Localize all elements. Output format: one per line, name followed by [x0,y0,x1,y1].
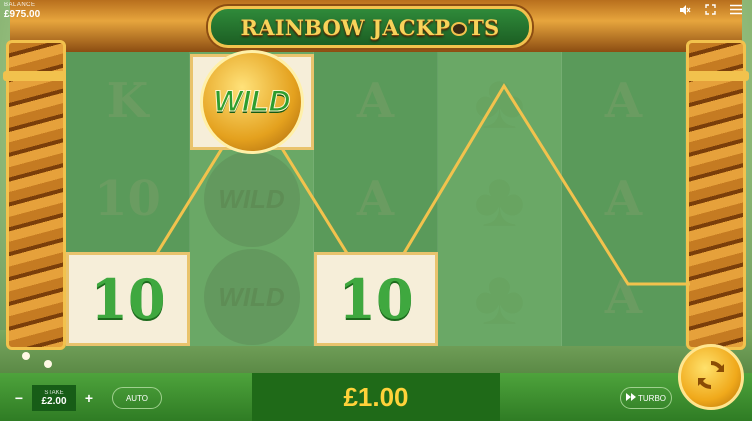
symbol-a: A [356,171,395,227]
symbol-k: K [106,73,149,129]
reel-5: A A A [562,52,686,346]
fullscreen-icon[interactable] [705,4,716,19]
winning-symbol-box: 10 [314,252,438,346]
reel-cell: ♣ [438,52,561,150]
game-title-plaque: RAINBOW JACKP TS [208,6,532,48]
decrease-stake-button[interactable]: − [6,385,32,411]
reel-cell: A [562,52,685,150]
clover-icon: ♣ [473,253,526,341]
spin-button[interactable] [678,344,744,410]
stake-control: − STAKE £2.00 + [6,385,102,411]
reel-cell: A [562,248,685,346]
balance-value: £975.00 [4,9,41,20]
symbol-a: A [604,269,643,325]
clover-icon: ♣ [473,155,526,243]
winning-wild-box: WILD [190,50,314,154]
pot-of-gold-icon [451,22,468,36]
symbol-wild: WILD [218,281,285,312]
hamburger-menu-icon[interactable] [730,4,742,19]
symbol-wild: WILD [218,183,285,214]
reel-cell: WILD [190,248,313,346]
symbol-a: A [604,171,643,227]
right-pillar [683,40,749,350]
reel-cell: ♣ [438,150,561,248]
reel-cell: 10 [66,150,189,248]
symbol-a: A [356,73,395,129]
turbo-button[interactable]: TURBO [620,387,672,409]
fast-forward-icon [626,393,636,403]
autoplay-button[interactable]: AUTO [112,387,162,409]
game-title: RAINBOW JACKP TS [241,15,500,40]
stake-value: £2.00 [41,395,67,407]
symbol-wild-winning: WILD [213,85,291,119]
reel-cell: A [562,150,685,248]
left-pillar [3,40,69,350]
spin-arrows-icon [694,358,728,397]
gold-coin-icon: WILD [200,50,304,154]
speaker-muted-icon[interactable] [679,4,691,19]
reel-cell: K [66,52,189,150]
pillar-cap [683,71,749,81]
clover-icon: ♣ [473,57,526,145]
symbol-a: A [604,73,643,129]
game-title-part1: RAINBOW JACKP [240,14,451,40]
stake-label: STAKE [44,389,64,396]
reel-cell: WILD [190,150,313,248]
flower [22,352,30,360]
reel-4: ♣ ♣ ♣ [438,52,562,346]
symbol-ten-winning: 10 [90,267,166,331]
game-title-part2: TS [468,14,500,40]
reel-cell: A [314,150,437,248]
control-bar: − STAKE £2.00 + AUTO £1.00 TURBO [0,373,752,421]
balance-display: BALANCE £975.00 [4,2,40,20]
top-controls [679,4,742,19]
winning-symbol-box: 10 [66,252,190,346]
flower [44,360,52,368]
turbo-label: TURBO [638,393,666,403]
symbol-ten-winning: 10 [338,267,414,331]
reel-cell: A [314,52,437,150]
symbol-ten: 10 [94,171,161,227]
win-display: £1.00 [252,373,500,421]
balance-label: BALANCE [4,2,36,8]
reel-cell: ♣ [438,248,561,346]
increase-stake-button[interactable]: + [76,385,102,411]
pillar-cap [3,71,69,81]
stake-display: STAKE £2.00 [32,385,76,411]
win-amount: £1.00 [343,381,409,412]
